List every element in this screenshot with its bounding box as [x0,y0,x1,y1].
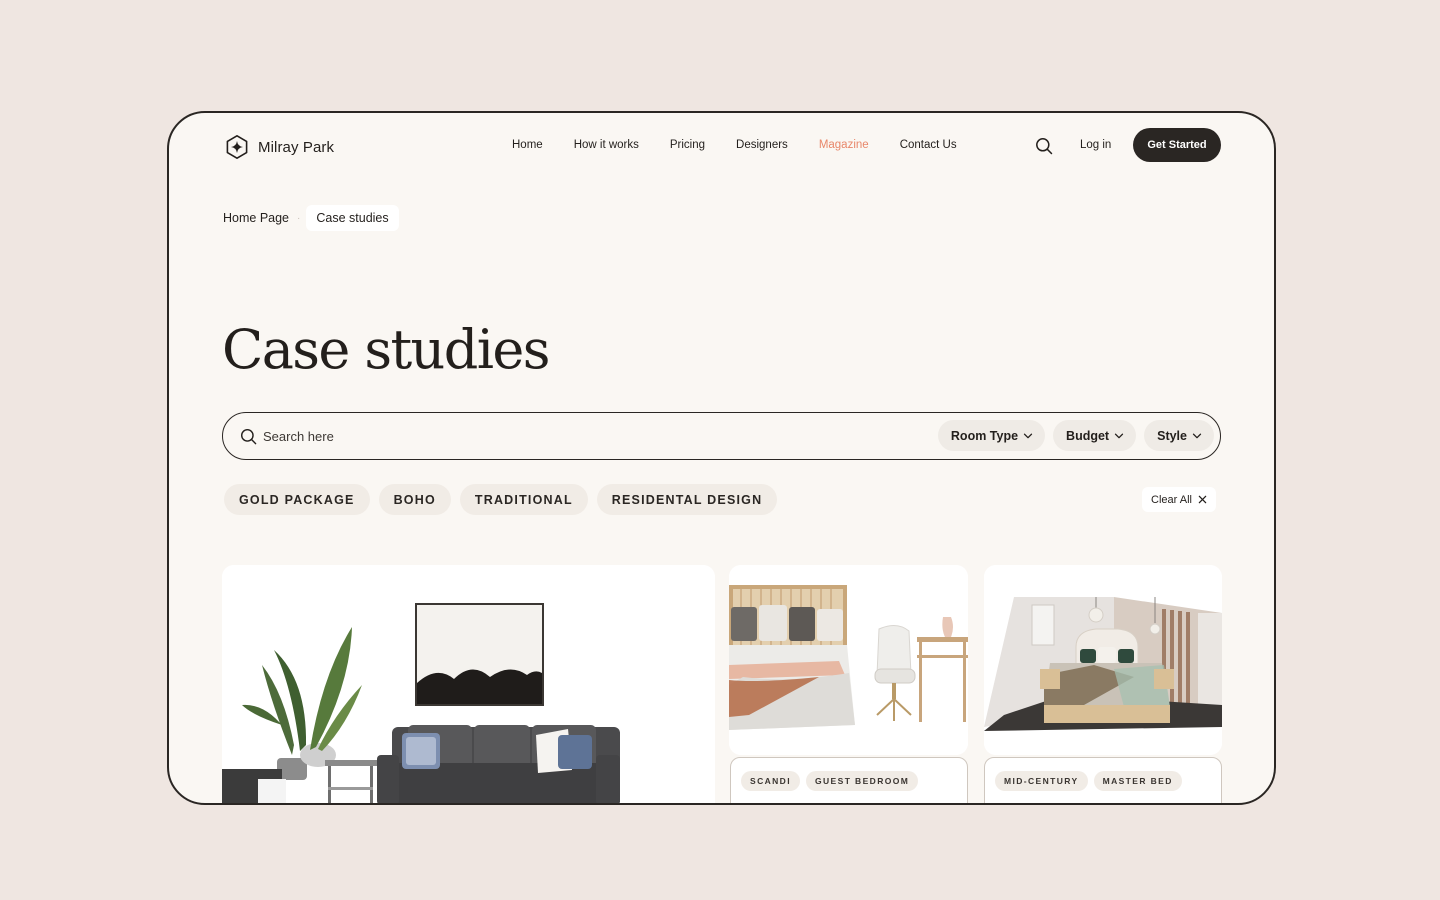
clear-all-button[interactable]: Clear All [1142,487,1216,512]
case-study-card-scandi-guest-bedroom[interactable] [729,565,968,755]
scandi-bedroom-image [729,565,968,755]
tag-gold-package[interactable]: GOLD PACKAGE [224,484,370,515]
breadcrumb-home[interactable]: Home Page [223,211,289,225]
card-tag[interactable]: MID-CENTURY [995,771,1088,791]
nav-item-contact-us[interactable]: Contact Us [900,139,957,151]
card-tag[interactable]: SCANDI [741,771,800,791]
card-tags-mid-century: MID-CENTURY MASTER BED [984,757,1222,803]
main-nav: Home How it works Pricing Designers Maga… [512,139,988,151]
login-link[interactable]: Log in [1080,139,1111,151]
breadcrumb-separator: · [297,212,301,224]
case-study-card-mid-century-master-bed[interactable] [984,565,1222,755]
breadcrumb-current: Case studies [306,205,399,231]
mid-century-bedroom-image [984,565,1222,755]
search-input[interactable] [263,428,903,444]
browser-frame: Milray Park Home How it works Pricing De… [167,111,1276,805]
breadcrumb: Home Page · Case studies [223,205,399,231]
card-tags-scandi: SCANDI GUEST BEDROOM [730,757,968,803]
card-tag[interactable]: MASTER BED [1093,771,1182,791]
filter-budget[interactable]: Budget [1053,420,1137,451]
search-bar: Room Type Budget Style [222,412,1221,460]
filter-group: Room Type Budget Style [937,420,1214,451]
filter-label: Room Type [950,428,1019,443]
active-tags: GOLD PACKAGE BOHO TRADITIONAL RESIDENTAL… [224,484,778,515]
tag-traditional[interactable]: TRADITIONAL [459,484,588,515]
tag-residental-design[interactable]: RESIDENTAL DESIGN [596,484,778,515]
nav-item-home[interactable]: Home [512,139,543,151]
living-room-image [222,565,715,803]
search-icon [240,428,257,444]
chevron-down-icon [1023,433,1033,438]
search-icon[interactable] [1035,137,1053,155]
hexagon-sparkle-icon [226,135,248,159]
get-started-button[interactable]: Get Started [1133,128,1221,162]
filter-label: Budget [1066,428,1110,443]
page-title: Case studies [222,318,550,381]
brand-logo[interactable]: Milray Park [224,134,334,160]
brand-name: Milray Park [258,138,335,156]
clear-all-label: Clear All [1151,493,1192,506]
chevron-down-icon [1114,433,1124,438]
nav-item-magazine[interactable]: Magazine [819,139,869,151]
filter-label: Style [1157,428,1187,443]
nav-item-how-it-works[interactable]: How it works [574,139,639,151]
filter-room-type[interactable]: Room Type [937,420,1046,451]
case-study-card-living-room[interactable] [222,565,715,803]
filter-style[interactable]: Style [1144,420,1214,451]
close-icon [1198,495,1207,504]
card-tag[interactable]: GUEST BEDROOM [806,771,919,791]
nav-item-designers[interactable]: Designers [736,139,788,151]
chevron-down-icon [1192,433,1202,438]
tag-boho[interactable]: BOHO [378,484,451,515]
nav-item-pricing[interactable]: Pricing [670,139,705,151]
